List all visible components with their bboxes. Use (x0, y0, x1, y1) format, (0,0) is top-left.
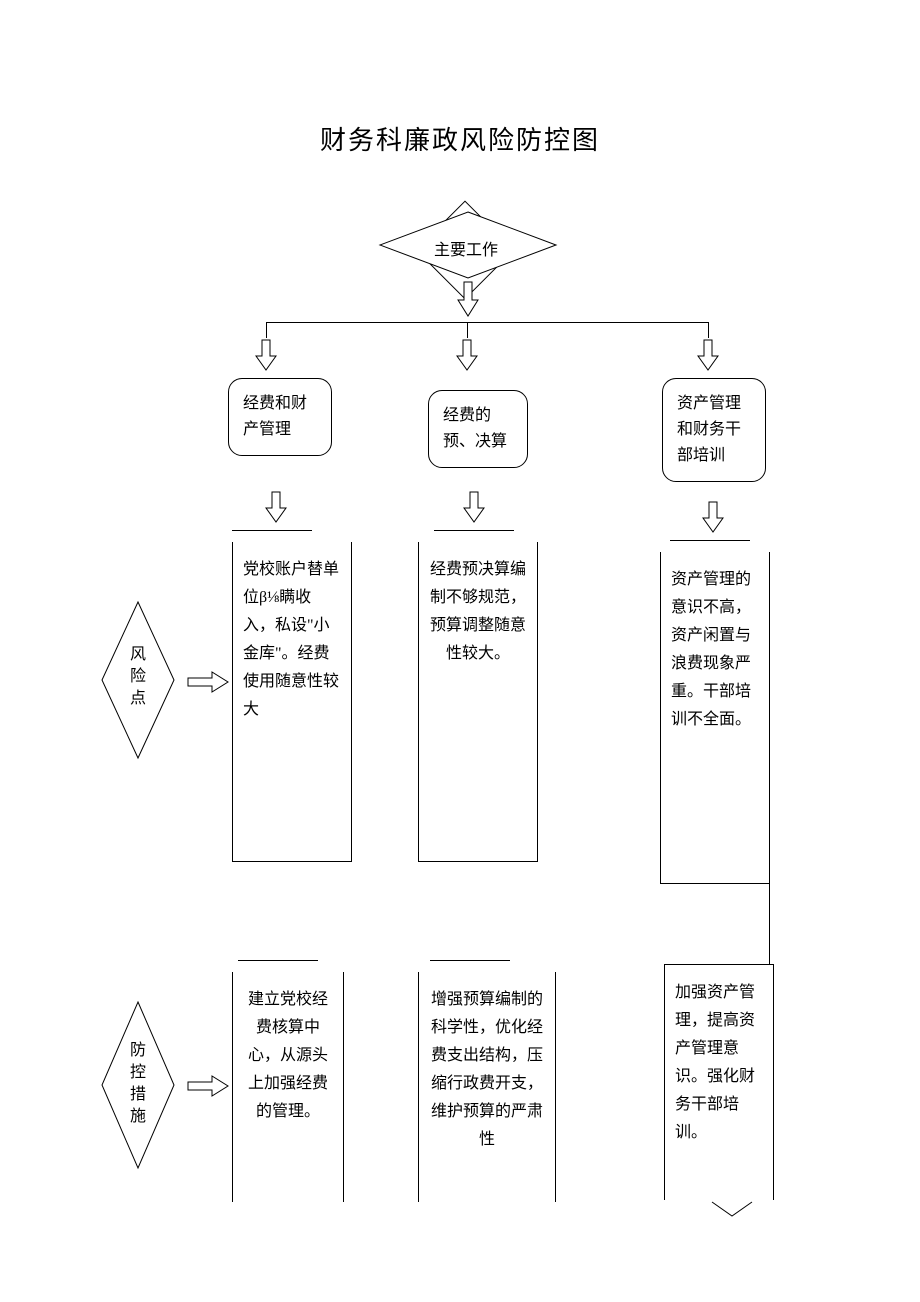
top-diamond-label: 主要工作 (434, 236, 498, 260)
tick-risk-3 (670, 540, 750, 541)
arrow-down-col2 (455, 338, 479, 372)
arrow-work-to-risk-3 (701, 500, 725, 534)
work-box-1: 经费和财产管理 (228, 378, 332, 456)
page-title: 财务科廉政风险防控图 (0, 0, 920, 157)
control-box-1: 建立党校经费核算中心，从源头上加强经费的管理。 (232, 972, 344, 1202)
risk-box-3: 资产管理的意识不高，资产闲置与浪费现象严重。干部培训不全面。 (660, 552, 770, 884)
arrow-work-to-risk-1 (264, 490, 288, 524)
work-box-2: 经费的预、决算 (428, 390, 528, 468)
control-label: 防控措施 (129, 1040, 147, 1128)
arrow-work-to-risk-2 (462, 490, 486, 524)
risk-box-2: 经费预决算编制不够规范，预算调整随意性较大。 (418, 542, 538, 862)
connector-risk-control-3 (769, 884, 770, 964)
control-box-3: 加强资产管理，提高资产管理意识。强化财务干部培训。 (664, 964, 774, 1200)
risk-label: 风险点 (129, 644, 147, 710)
arrow-risk-right (186, 670, 230, 694)
tick-risk-2 (434, 530, 514, 531)
branch-mid-drop (467, 322, 468, 338)
arrow-down-col3 (696, 338, 720, 372)
bottom-angle-icon (710, 1200, 754, 1218)
tick-ctrl-1 (238, 960, 318, 961)
tick-ctrl-2 (430, 960, 510, 961)
branch-left-drop (266, 322, 267, 338)
tick-risk-1 (232, 530, 312, 531)
arrow-down-main (456, 280, 480, 318)
arrow-down-col1 (254, 338, 278, 372)
branch-right-drop (708, 322, 709, 338)
control-box-2: 增强预算编制的科学性，优化经费支出结构，压缩行政费开支，维护预算的严肃性 (418, 972, 556, 1202)
work-box-3: 资产管理和财务干部培训 (662, 378, 766, 482)
risk-box-1: 党校账户替单位β⅛瞒收入，私设"小金库"。经费使用随意性较大 (232, 542, 352, 862)
branch-line (266, 322, 708, 323)
arrow-control-right (186, 1074, 230, 1098)
